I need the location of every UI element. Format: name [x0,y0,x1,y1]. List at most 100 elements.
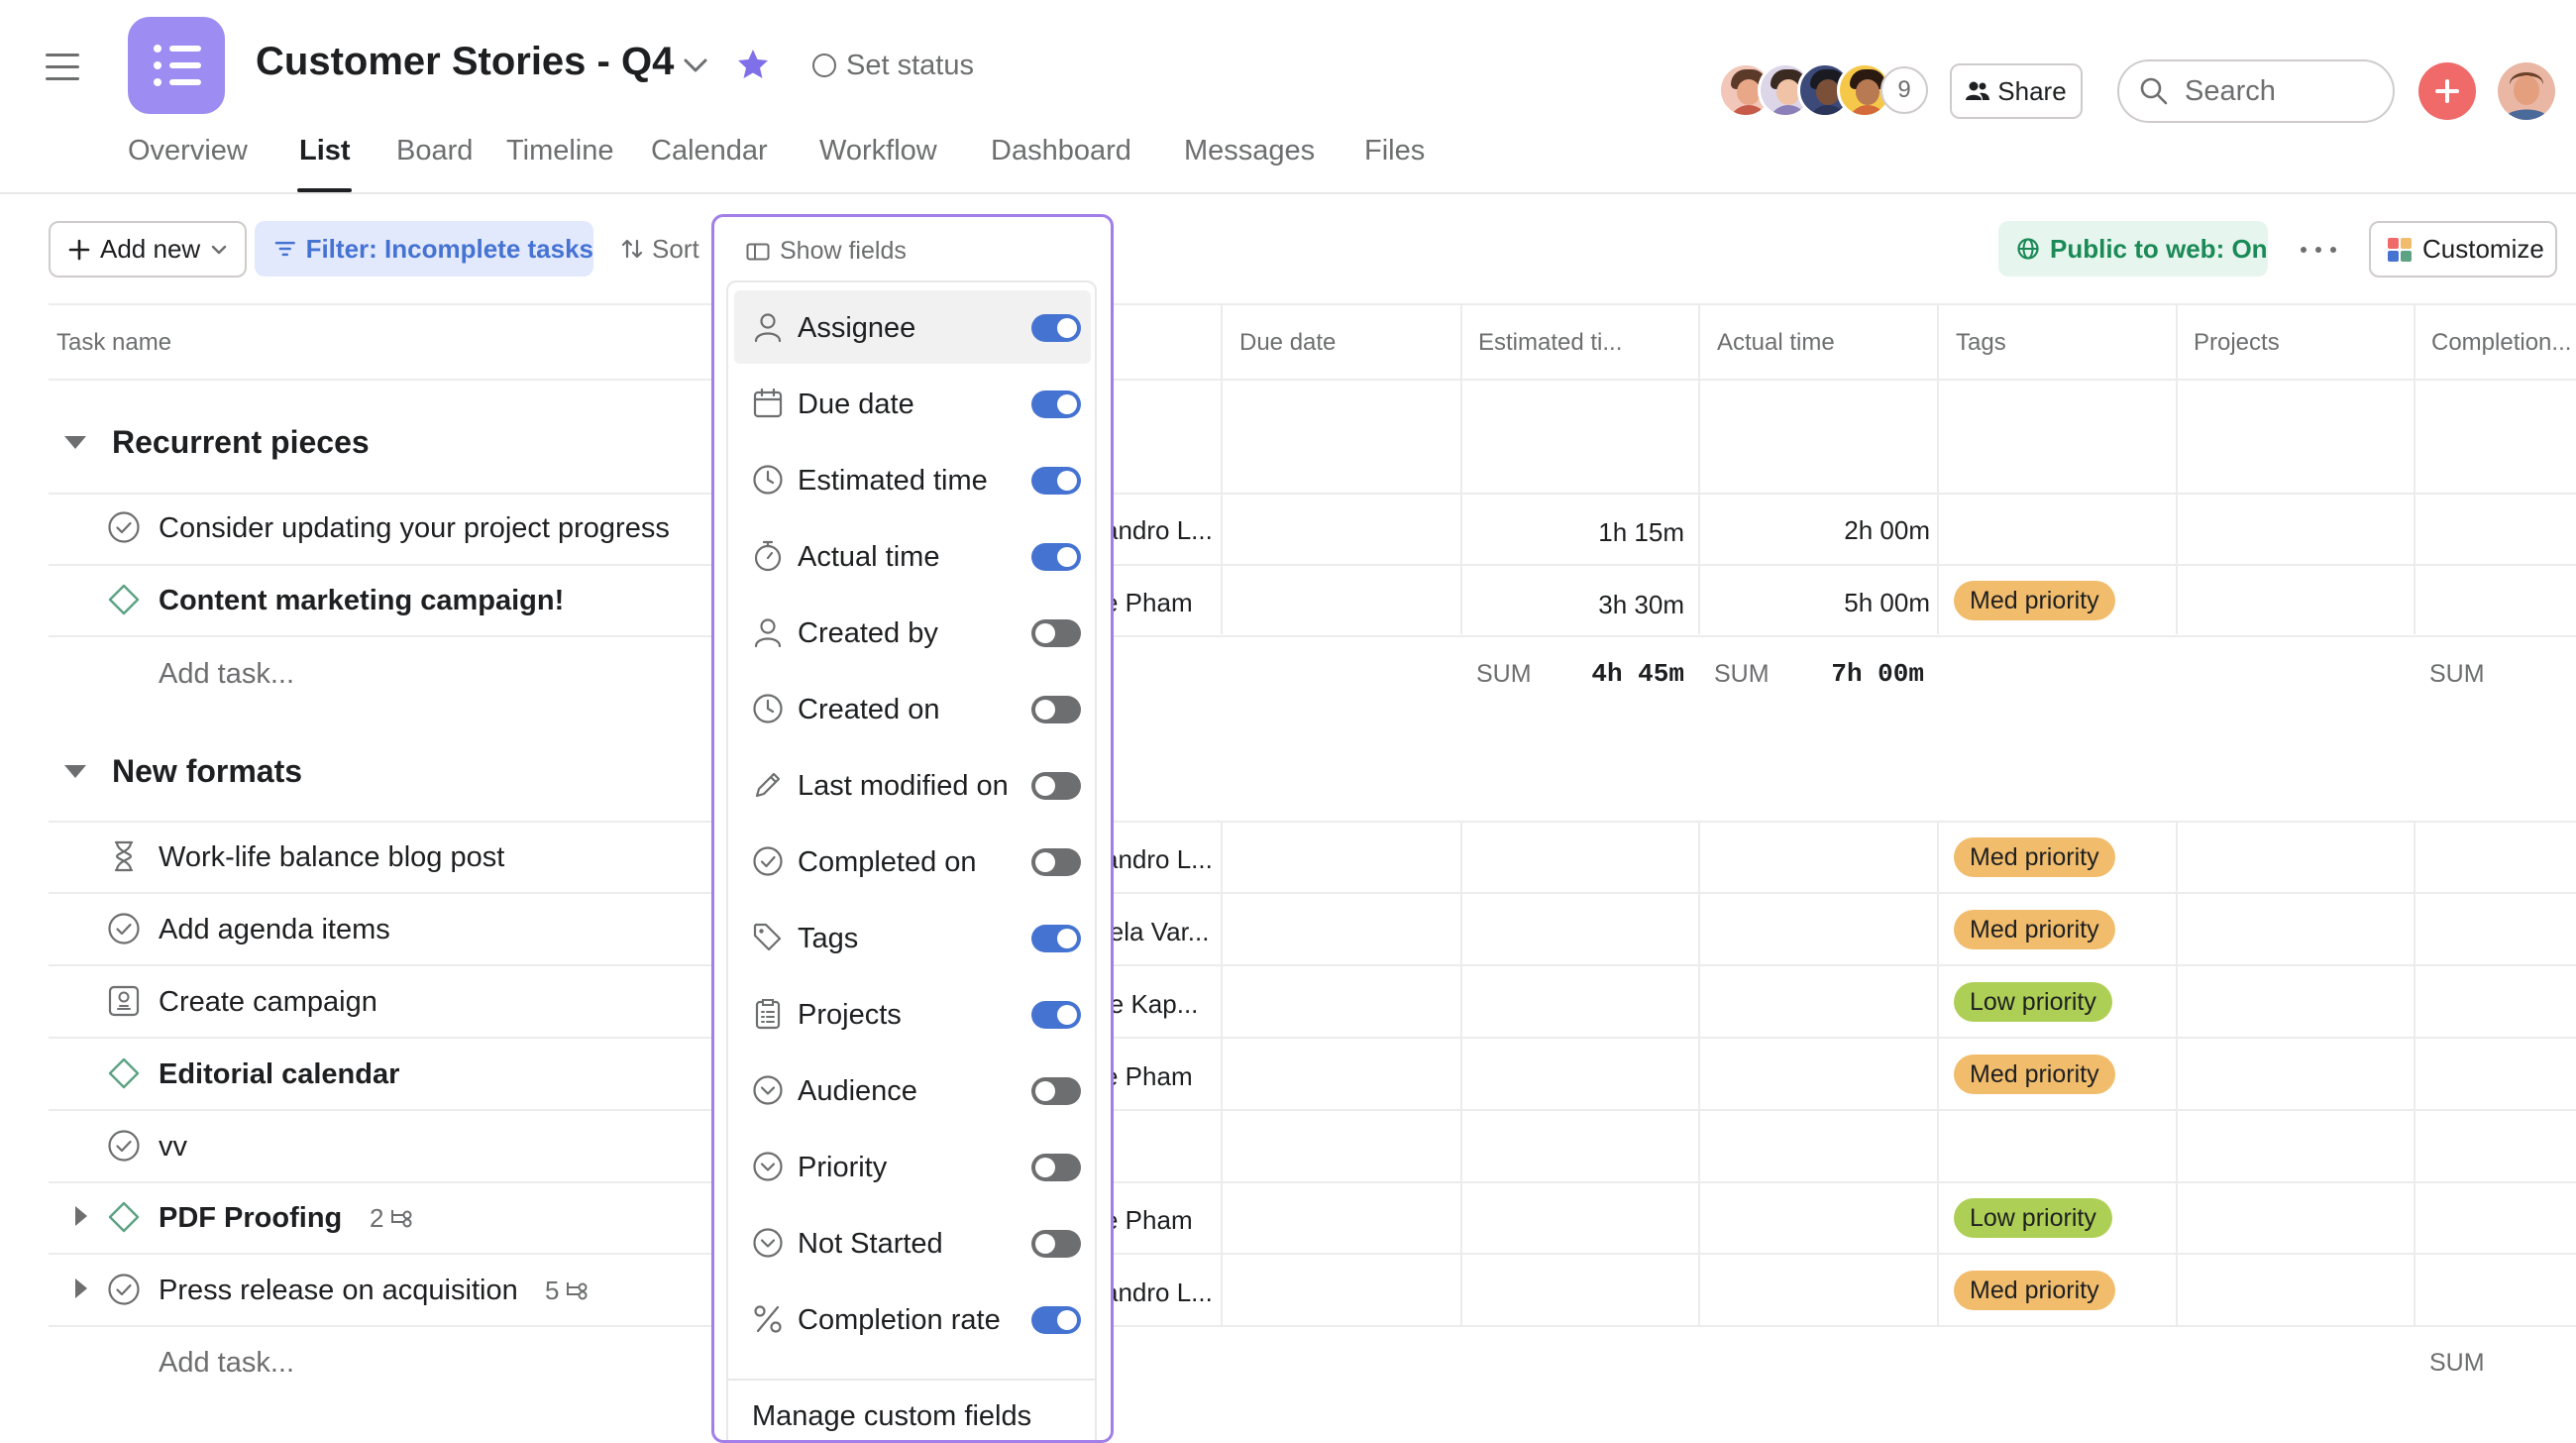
public-to-web-button[interactable]: Public to web: On [1998,221,2268,277]
column-header-task-name[interactable]: Task name [56,329,171,357]
toggle-estimated-time[interactable] [1031,467,1081,495]
toggle-created-by[interactable] [1031,619,1081,647]
field-row-completion-rate[interactable]: Completion rate [734,1282,1091,1356]
assignee-cell[interactable]: ie Kap... [1104,989,1198,1020]
toggle-last-modified-on[interactable] [1031,772,1081,800]
assignee-cell[interactable]: e Pham [1104,1205,1193,1236]
task-name[interactable]: Press release on acquisition [159,1275,518,1307]
milestone-diamond-icon[interactable] [107,1200,141,1234]
field-row-estimated-time[interactable]: Estimated time [734,443,1091,516]
assignee-cell[interactable]: e Pham [1104,588,1193,618]
tag-med-priority[interactable]: Med priority [1954,1054,2115,1094]
toggle-priority[interactable] [1031,1154,1081,1181]
sort-button[interactable]: Sort [620,224,699,274]
add-new-button[interactable]: Add new [49,221,247,278]
add-task-button[interactable]: Add task... [159,1347,294,1380]
estimated-time-cell[interactable]: 3h 30m [1466,590,1684,620]
expand-subtasks-icon[interactable] [75,1278,87,1298]
tab-overview[interactable]: Overview [128,135,248,167]
task-name[interactable]: Add agenda items [159,914,390,946]
toggle-due-date[interactable] [1031,390,1081,418]
project-members[interactable]: 9 [1718,62,1936,118]
milestone-diamond-icon[interactable] [107,583,141,616]
search-box[interactable] [2117,59,2395,123]
avatar-overflow-count[interactable]: 9 [1880,66,1928,114]
hourglass-icon[interactable] [107,839,141,873]
toggle-projects[interactable] [1031,1001,1081,1029]
tag-med-priority[interactable]: Med priority [1954,581,2115,620]
user-avatar[interactable] [2498,62,2555,120]
search-input[interactable] [2185,74,2383,108]
estimated-time-cell[interactable]: 1h 15m [1466,517,1684,548]
toggle-completion-rate[interactable] [1031,1306,1081,1334]
check-circle-icon[interactable] [107,1129,141,1163]
field-row-priority[interactable]: Priority [734,1130,1091,1203]
field-row-created-by[interactable]: Created by [734,596,1091,669]
tab-timeline[interactable]: Timeline [506,135,614,167]
field-row-last-modified-on[interactable]: Last modified on [734,748,1091,822]
share-button[interactable]: Share [1950,63,2083,119]
manage-custom-fields-button[interactable]: Manage custom fields [752,1400,1031,1433]
actual-time-cell[interactable]: 2h 00m [1704,515,1930,546]
tab-messages[interactable]: Messages [1184,135,1315,167]
field-row-completed-on[interactable]: Completed on [734,825,1091,898]
tag-low-priority[interactable]: Low priority [1954,982,2112,1022]
toggle-completed-on[interactable] [1031,848,1081,876]
check-circle-icon[interactable] [107,912,141,945]
tab-workflow[interactable]: Workflow [819,135,937,167]
assignee-cell[interactable]: andro L... [1104,844,1213,875]
toggle-actual-time[interactable] [1031,543,1081,571]
field-row-assignee[interactable]: Assignee [734,290,1091,364]
task-name[interactable]: Create campaign [159,986,377,1019]
field-row-projects[interactable]: Projects [734,977,1091,1051]
section-collapse-icon[interactable] [64,765,86,778]
column-header-tags[interactable]: Tags [1956,329,2006,357]
tag-med-priority[interactable]: Med priority [1954,837,2115,877]
column-header-actual-time[interactable]: Actual time [1717,329,1835,357]
tab-board[interactable]: Board [396,135,473,167]
global-add-button[interactable] [2418,62,2476,120]
hamburger-menu-icon[interactable] [44,50,83,85]
tab-list[interactable]: List [299,135,351,167]
toggle-not-started[interactable] [1031,1230,1081,1258]
task-name[interactable]: Editorial calendar [159,1058,399,1091]
field-row-due-date[interactable]: Due date [734,367,1091,440]
approval-stamp-icon[interactable] [107,984,141,1018]
field-row-actual-time[interactable]: Actual time [734,519,1091,593]
tag-med-priority[interactable]: Med priority [1954,910,2115,949]
milestone-diamond-icon[interactable] [107,1056,141,1090]
filter-button[interactable]: Filter: Incomplete tasks [255,221,593,277]
column-header-projects[interactable]: Projects [2194,329,2280,357]
tab-calendar[interactable]: Calendar [651,135,768,167]
tag-low-priority[interactable]: Low priority [1954,1198,2112,1238]
field-row-tags[interactable]: Tags [734,901,1091,974]
column-header-completion[interactable]: Completion... [2431,329,2571,357]
field-row-created-on[interactable]: Created on [734,672,1091,745]
tab-files[interactable]: Files [1364,135,1425,167]
section-title[interactable]: New formats [112,753,302,790]
column-header-due-date[interactable]: Due date [1239,329,1336,357]
toggle-created-on[interactable] [1031,696,1081,723]
task-name[interactable]: vv [159,1131,187,1164]
more-options-icon[interactable] [2297,228,2340,272]
task-name[interactable]: Content marketing campaign! [159,585,564,617]
toggle-tags[interactable] [1031,925,1081,952]
project-title[interactable]: Customer Stories - Q4 [256,40,674,84]
assignee-cell[interactable]: andro L... [1104,515,1213,546]
set-status-button[interactable]: Set status [812,48,974,83]
assignee-cell[interactable]: e Pham [1104,1061,1193,1092]
subtask-count[interactable]: 2 [370,1203,415,1234]
section-title[interactable]: Recurrent pieces [112,424,370,461]
chevron-down-icon[interactable] [680,50,711,81]
tab-dashboard[interactable]: Dashboard [991,135,1131,167]
check-circle-icon[interactable] [107,510,141,544]
subtask-count[interactable]: 5 [545,1276,590,1306]
assignee-cell[interactable]: iela Var... [1104,917,1209,947]
customize-button[interactable]: Customize [2369,221,2557,278]
check-circle-icon[interactable] [107,1273,141,1306]
task-name[interactable]: PDF Proofing [159,1202,342,1235]
toggle-audience[interactable] [1031,1077,1081,1105]
field-row-audience[interactable]: Audience [734,1054,1091,1127]
tag-med-priority[interactable]: Med priority [1954,1271,2115,1310]
section-collapse-icon[interactable] [64,436,86,449]
